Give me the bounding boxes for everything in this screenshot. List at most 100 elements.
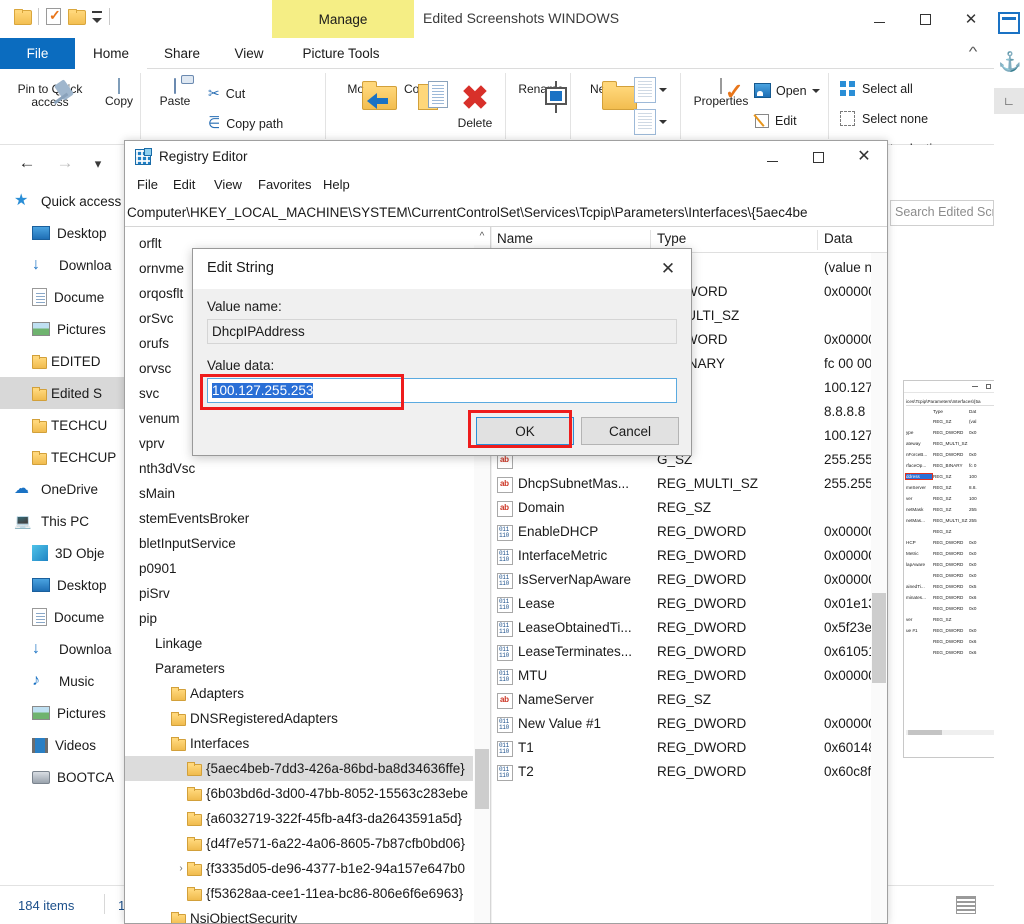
select-all-button[interactable]: Select all: [840, 81, 913, 96]
registry-menubar[interactable]: File Edit View Favorites Help: [125, 173, 887, 199]
table-row[interactable]: 011 110New Value #1REG_DWORD0x0000000: [492, 713, 887, 737]
table-row[interactable]: abNameServerREG_SZ: [492, 689, 887, 713]
maximize-button[interactable]: [902, 0, 948, 38]
tab-file[interactable]: File: [0, 38, 75, 69]
ribbon-tab-strip[interactable]: File Home Share View Picture Tools ^: [0, 38, 994, 69]
registry-window-controls[interactable]: ✕: [749, 141, 887, 173]
select-none-button[interactable]: Select none: [840, 111, 928, 126]
registry-maximize-button[interactable]: [795, 141, 841, 173]
sidebar-item-pictures[interactable]: Pictures: [0, 697, 126, 729]
recent-locations-icon[interactable]: ▾: [85, 156, 111, 172]
sidebar-item-pictures[interactable]: Pictures: [0, 313, 126, 345]
tree-node[interactable]: stemEventsBroker: [125, 506, 473, 531]
table-row[interactable]: 011 110EnableDHCPREG_DWORD0x0000000: [492, 521, 887, 545]
tree-node[interactable]: {a6032719-322f-45fb-a4f3-da2643591a5d}: [125, 806, 473, 831]
new-folder-button[interactable]: New: [578, 81, 626, 96]
table-row[interactable]: 011 110LeaseObtainedTi...REG_DWORD0x5f23…: [492, 617, 887, 641]
copy-path-button[interactable]: ⋶ Copy path: [208, 115, 283, 132]
sidebar-item-bootca[interactable]: BOOTCA: [0, 761, 126, 793]
sidebar-item-desktop[interactable]: Desktop: [0, 217, 126, 249]
tree-node[interactable]: p0901: [125, 556, 473, 581]
copy-button[interactable]: Copy: [92, 79, 146, 108]
values-scrollbar-thumb[interactable]: [872, 593, 886, 683]
sidebar-item-3d-obje[interactable]: 3D Obje: [0, 537, 126, 569]
menu-help[interactable]: Help: [323, 177, 350, 192]
table-row[interactable]: 011 110LeaseTerminates...REG_DWORD0x6105…: [492, 641, 887, 665]
sidebar-item-music[interactable]: ♪Music: [0, 665, 126, 697]
rename-button[interactable]: Rename: [512, 81, 570, 96]
ok-button[interactable]: OK: [476, 417, 574, 445]
sidebar-item-techcu[interactable]: TECHCU: [0, 409, 126, 441]
collapse-ribbon-icon[interactable]: ^: [969, 44, 978, 59]
column-header-type[interactable]: Type: [657, 231, 686, 246]
tab-home[interactable]: Home: [75, 38, 147, 69]
quick-access-toolbar[interactable]: [14, 8, 110, 25]
easy-access-button[interactable]: [634, 109, 667, 135]
manage-contextual-tab[interactable]: Manage: [272, 0, 414, 38]
screenshot-thumbnail[interactable]: ices\Tcpip\Parameters\Interfaces\{5a Typ…: [903, 380, 995, 758]
registry-close-button[interactable]: ✕: [841, 141, 887, 173]
table-row[interactable]: abDhcpSubnetMas...REG_MULTI_SZ255.255.2: [492, 473, 887, 497]
tree-node[interactable]: piSrv: [125, 581, 473, 606]
tree-scroll-up-icon[interactable]: ^: [474, 227, 490, 245]
folder-icon[interactable]: [14, 9, 31, 24]
tab-share[interactable]: Share: [147, 38, 217, 69]
table-row[interactable]: 011 110MTUREG_DWORD0x0000000: [492, 665, 887, 689]
tab-picture-tools[interactable]: Picture Tools: [281, 38, 401, 69]
tree-node[interactable]: {d4f7e571-6a22-4a06-8605-7b87cfb0bd06}: [125, 831, 473, 856]
sidebar-item-desktop[interactable]: Desktop: [0, 569, 126, 601]
menu-view[interactable]: View: [214, 177, 242, 192]
tree-node[interactable]: DNSRegisteredAdapters: [125, 706, 473, 731]
tree-node[interactable]: sMain: [125, 481, 473, 506]
explorer-window-controls[interactable]: ✕: [856, 0, 994, 38]
tab-view[interactable]: View: [217, 38, 281, 69]
tree-node[interactable]: {5aec4beb-7dd3-426a-86bd-ba8d34636ffe}: [125, 756, 473, 781]
forward-icon[interactable]: →: [52, 153, 78, 173]
column-header-name[interactable]: Name: [497, 231, 533, 246]
menu-edit[interactable]: Edit: [173, 177, 195, 192]
sidebar-item-quick-access[interactable]: ★Quick access: [0, 185, 126, 217]
customize-caret-icon[interactable]: [92, 11, 102, 23]
tree-scrollbar-thumb[interactable]: [475, 749, 489, 809]
back-icon[interactable]: ←: [14, 153, 40, 173]
tree-node[interactable]: Linkage: [125, 631, 473, 656]
sidebar-item-onedrive[interactable]: ☁OneDrive: [0, 473, 126, 505]
column-header-data[interactable]: Data: [824, 231, 853, 246]
details-view-icon[interactable]: [956, 896, 976, 914]
explorer-sidebar[interactable]: ★Quick accessDesktop↓DownloaDocumePictur…: [0, 185, 126, 885]
chevron-right-icon[interactable]: ›: [175, 863, 187, 874]
table-row[interactable]: 011 110T2REG_DWORD0x60c8f9: [492, 761, 887, 785]
edit-button[interactable]: Edit: [754, 113, 797, 129]
sidebar-item-edited-s[interactable]: Edited S: [0, 377, 126, 409]
registry-address-bar[interactable]: Computer\HKEY_LOCAL_MACHINE\SYSTEM\Curre…: [125, 199, 887, 227]
sidebar-item-docume[interactable]: Docume: [0, 281, 126, 313]
chevron-down-icon-2[interactable]: [659, 120, 667, 124]
document-icon[interactable]: [998, 12, 1020, 34]
registry-minimize-button[interactable]: [749, 141, 795, 173]
paste-button[interactable]: Paste: [148, 79, 202, 108]
sidebar-item-downloa[interactable]: ↓Downloa: [0, 633, 126, 665]
minimize-button[interactable]: [856, 0, 902, 38]
sidebar-item-this-pc[interactable]: 💻This PC: [0, 505, 126, 537]
sidebar-item-downloa[interactable]: ↓Downloa: [0, 249, 126, 281]
tree-node[interactable]: {f53628aa-cee1-11ea-bc86-806e6f6e6963}: [125, 881, 473, 906]
search-input[interactable]: Search Edited Scre: [890, 200, 994, 226]
new-item-button[interactable]: [634, 77, 667, 103]
menu-file[interactable]: File: [137, 177, 158, 192]
dialog-close-button[interactable]: ✕: [645, 249, 691, 289]
close-button[interactable]: ✕: [948, 0, 994, 38]
tree-node[interactable]: Adapters: [125, 681, 473, 706]
cancel-button[interactable]: Cancel: [581, 417, 679, 445]
sidebar-item-edited[interactable]: EDITED: [0, 345, 126, 377]
value-name-field[interactable]: DhcpIPAddress: [207, 319, 677, 344]
tree-node[interactable]: bletInputService: [125, 531, 473, 556]
tree-node[interactable]: {6b03bd6d-3d00-47bb-8052-15563c283ebe: [125, 781, 473, 806]
properties-icon[interactable]: [46, 8, 61, 25]
open-button[interactable]: Open: [754, 83, 820, 98]
tree-node[interactable]: Interfaces: [125, 731, 473, 756]
corner-icon[interactable]: ∟: [994, 88, 1024, 114]
table-row[interactable]: 011 110InterfaceMetricREG_DWORD0x0000000: [492, 545, 887, 569]
table-row[interactable]: 011 110LeaseREG_DWORD0x01e13: [492, 593, 887, 617]
sidebar-item-docume[interactable]: Docume: [0, 601, 126, 633]
values-scrollbar[interactable]: [871, 253, 887, 923]
